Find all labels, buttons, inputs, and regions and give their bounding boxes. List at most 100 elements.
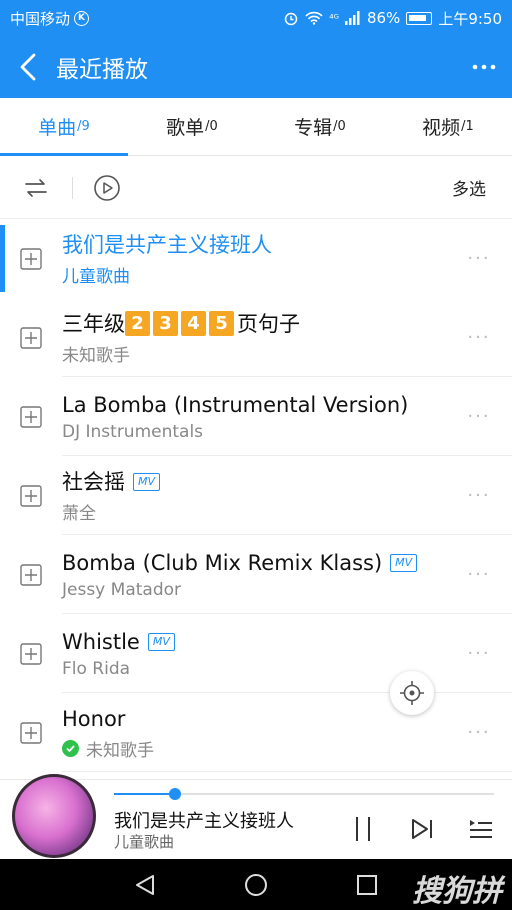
song-artist: 未知歌手 bbox=[62, 345, 130, 366]
page-title: 最近播放 bbox=[56, 57, 148, 83]
tab-videos[interactable]: 视频/1 bbox=[384, 98, 512, 155]
song-artist: 未知歌手 bbox=[86, 740, 154, 761]
k-icon: K bbox=[74, 10, 90, 26]
playlist-button[interactable] bbox=[464, 812, 498, 846]
song-list: 我们是共产主义接班人 儿童歌曲 ··· 三年级 2345 页句子 未知歌手 ··… bbox=[0, 219, 512, 772]
tab-label: 视频 bbox=[422, 117, 461, 139]
song-title: 社会摇 bbox=[62, 469, 125, 494]
playback-progress[interactable] bbox=[114, 788, 494, 800]
tab-label: 歌单 bbox=[166, 117, 205, 139]
playlist-icon bbox=[470, 820, 492, 838]
song-more-icon[interactable]: ··· bbox=[446, 248, 512, 269]
mv-badge[interactable]: MV bbox=[390, 554, 418, 572]
sort-arrows-icon bbox=[25, 178, 47, 197]
song-more-icon[interactable]: ··· bbox=[446, 485, 512, 506]
tab-count: /0 bbox=[333, 119, 346, 134]
song-title-line: Whistle MV bbox=[62, 628, 446, 656]
song-title: Bomba (Club Mix Remix Klass) bbox=[62, 551, 383, 575]
add-icon[interactable] bbox=[20, 721, 42, 744]
mv-badge[interactable]: MV bbox=[147, 633, 175, 651]
status-bar: 中国移动 K ⁴ᴳ 86% 上午9:50 bbox=[0, 0, 512, 36]
song-artist: Jessy Matador bbox=[62, 580, 181, 600]
downloaded-check-icon bbox=[62, 739, 79, 757]
add-icon[interactable] bbox=[20, 326, 42, 349]
wifi-icon bbox=[305, 11, 323, 25]
song-row[interactable]: Bomba (Club Mix Remix Klass) MV Jessy Mat… bbox=[0, 535, 512, 614]
tab-count: /9 bbox=[77, 119, 90, 134]
locate-current-button[interactable] bbox=[390, 671, 434, 715]
tab-playlists[interactable]: 歌单/0 bbox=[128, 98, 256, 155]
song-more-icon[interactable]: ··· bbox=[446, 327, 512, 348]
alarm-icon bbox=[284, 12, 298, 26]
song-artist: Flo Rida bbox=[62, 659, 131, 679]
list-toolbar: 多选 bbox=[0, 157, 512, 219]
song-title-line: 社会摇 MV bbox=[62, 468, 446, 496]
player-artist: 儿童歌曲 bbox=[114, 833, 175, 851]
tab-count: /0 bbox=[205, 119, 218, 134]
add-icon[interactable] bbox=[20, 405, 42, 428]
song-title-prefix: 三年级 bbox=[62, 311, 125, 336]
pause-button[interactable] bbox=[346, 812, 380, 846]
song-more-icon[interactable]: ··· bbox=[446, 722, 512, 743]
nav-home-icon[interactable] bbox=[244, 873, 268, 897]
network-type: ⁴ᴳ bbox=[329, 11, 339, 25]
song-row[interactable]: 社会摇 MV 萧全 ··· bbox=[0, 456, 512, 535]
song-more-icon[interactable]: ··· bbox=[446, 406, 512, 427]
mv-badge[interactable]: MV bbox=[133, 472, 161, 491]
song-artist-line: 未知歌手 bbox=[62, 736, 446, 761]
progress-fill bbox=[114, 793, 175, 795]
tab-label: 专辑 bbox=[294, 117, 333, 139]
number-badge: 4 bbox=[181, 311, 206, 336]
album-cover[interactable] bbox=[12, 774, 96, 858]
nav-recents-icon[interactable] bbox=[355, 873, 379, 897]
add-icon[interactable] bbox=[20, 642, 42, 665]
tab-albums[interactable]: 专辑/0 bbox=[256, 98, 384, 155]
more-dots-icon bbox=[472, 64, 496, 70]
song-artist: DJ Instrumentals bbox=[62, 422, 204, 442]
watermark: 搜狗拼 bbox=[412, 874, 502, 909]
nav-back-icon[interactable] bbox=[133, 873, 157, 897]
carrier-name: 中国移动 bbox=[10, 9, 71, 28]
song-row[interactable]: La Bomba (Instrumental Version) DJ Instr… bbox=[0, 377, 512, 456]
app-bar: 最近播放 bbox=[0, 36, 512, 98]
pause-icon bbox=[356, 817, 370, 841]
add-icon[interactable] bbox=[20, 563, 42, 586]
tab-label: 单曲 bbox=[38, 117, 77, 139]
song-title-line: Bomba (Club Mix Remix Klass) MV bbox=[62, 549, 446, 577]
song-row-current[interactable]: 我们是共产主义接班人 儿童歌曲 ··· bbox=[0, 219, 512, 298]
song-title-suffix: 页句子 bbox=[237, 311, 300, 336]
signal-icon bbox=[344, 11, 360, 25]
add-icon[interactable] bbox=[20, 484, 42, 507]
song-more-icon[interactable]: ··· bbox=[446, 564, 512, 585]
song-artist: 萧全 bbox=[62, 503, 96, 524]
overflow-menu-button[interactable] bbox=[456, 36, 512, 98]
song-row[interactable]: 三年级 2345 页句子 未知歌手 ··· bbox=[0, 298, 512, 377]
song-row[interactable]: Honor 未知歌手 ··· bbox=[0, 693, 512, 772]
sort-button[interactable] bbox=[10, 162, 62, 214]
song-row[interactable]: Whistle MV Flo Rida ··· bbox=[0, 614, 512, 693]
song-artist: 儿童歌曲 bbox=[62, 266, 130, 287]
number-badge: 2 bbox=[125, 311, 150, 336]
battery-icon bbox=[406, 11, 433, 25]
add-icon[interactable] bbox=[20, 247, 42, 270]
tab-singles[interactable]: 单曲/9 bbox=[0, 98, 128, 156]
song-title: Honor bbox=[62, 706, 126, 731]
back-button[interactable] bbox=[0, 36, 56, 98]
battery-percent: 86% bbox=[366, 9, 401, 27]
number-badge: 3 bbox=[153, 311, 178, 336]
song-more-icon[interactable]: ··· bbox=[446, 643, 512, 664]
skip-next-icon bbox=[412, 819, 432, 839]
category-tabs: 单曲/9 歌单/0 专辑/0 视频/1 bbox=[0, 98, 512, 156]
play-circle-icon bbox=[94, 174, 120, 201]
clock: 上午9:50 bbox=[438, 9, 502, 28]
play-all-button[interactable] bbox=[81, 162, 133, 214]
multi-select-button[interactable]: 多选 bbox=[452, 175, 486, 200]
mini-player[interactable]: 我们是共产主义接班人 儿童歌曲 bbox=[0, 774, 512, 859]
song-title: La Bomba (Instrumental Version) bbox=[62, 393, 409, 417]
crosshair-icon bbox=[400, 681, 424, 705]
toolbar-divider bbox=[72, 176, 73, 199]
next-button[interactable] bbox=[405, 812, 439, 846]
progress-knob[interactable] bbox=[168, 788, 181, 800]
row-divider bbox=[62, 771, 512, 772]
song-title: 我们是共产主义接班人 bbox=[62, 232, 272, 257]
